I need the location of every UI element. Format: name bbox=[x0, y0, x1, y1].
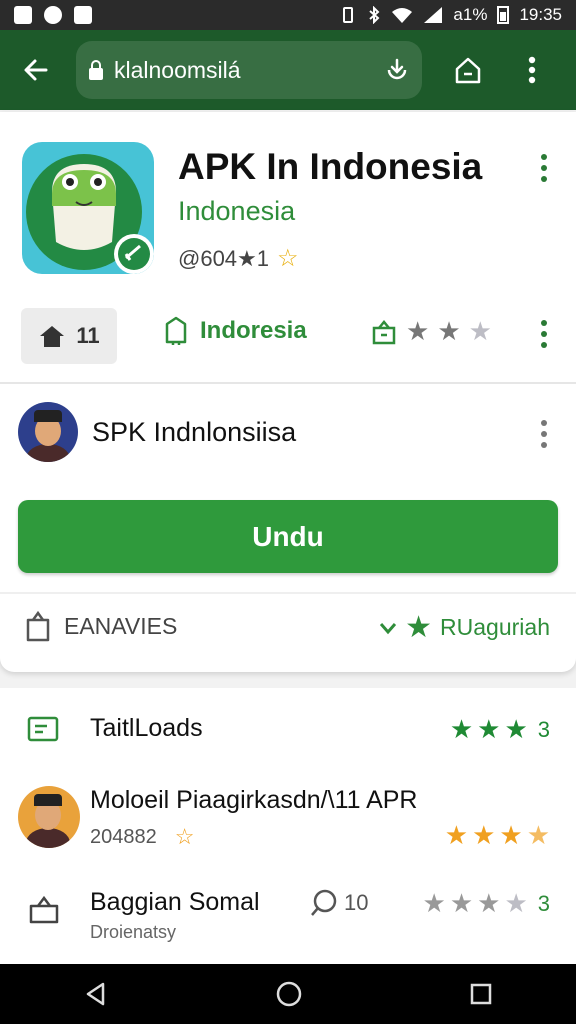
download-button[interactable]: Undu bbox=[18, 500, 558, 573]
list-item[interactable]: Baggian Somal Droienatsy 10 ★ ★ ★ ★ 3 bbox=[0, 884, 576, 964]
nav-back-icon[interactable] bbox=[83, 981, 109, 1007]
star-filled-icon: ★ bbox=[499, 820, 523, 850]
list-avatar bbox=[18, 786, 80, 848]
star-filled-icon: ★ bbox=[406, 316, 430, 346]
app-card: APK In Indonesia Indonesia @604★1 ☆ 11 I… bbox=[0, 112, 576, 672]
battery-percent: a1% bbox=[453, 5, 488, 24]
star-outline-icon: ☆ bbox=[277, 245, 299, 272]
star-filled-icon: ★ bbox=[504, 714, 528, 744]
clock: 19:35 bbox=[519, 5, 562, 24]
list-item-title: Baggian Somal bbox=[90, 888, 260, 916]
star-icon: ★ bbox=[405, 611, 433, 644]
wishlist-action[interactable]: EANAVIES bbox=[24, 610, 177, 642]
vibrate-icon bbox=[343, 7, 354, 23]
divider bbox=[0, 592, 576, 594]
chip-count: 11 bbox=[76, 323, 100, 348]
signal-icon bbox=[424, 7, 443, 23]
address-bar[interactable]: klalnoomsilá bbox=[76, 41, 422, 99]
nav-recents-icon[interactable] bbox=[469, 982, 493, 1006]
chat-notification-icon bbox=[44, 6, 62, 24]
star-empty-icon: ★ bbox=[504, 888, 528, 918]
status-bar: a1% 19:35 bbox=[0, 0, 576, 30]
comments-value: 10 bbox=[344, 890, 369, 915]
app-more-icon[interactable] bbox=[532, 150, 556, 186]
nav-home-icon[interactable] bbox=[275, 980, 303, 1008]
app-category[interactable]: Indonesia bbox=[178, 196, 295, 227]
browser-toolbar: klalnoomsilá bbox=[0, 30, 576, 110]
star-filled-icon: ★ bbox=[422, 888, 446, 918]
star-half-icon: ★ bbox=[526, 820, 550, 850]
list-item-sub: Droienatsy bbox=[90, 922, 177, 942]
lock-icon bbox=[89, 60, 103, 80]
download-icon[interactable] bbox=[384, 57, 410, 83]
bag-icon bbox=[372, 319, 396, 344]
list-item-rating: ★ ★ ★ ★ 3 bbox=[423, 888, 551, 919]
star-filled-icon: ★ bbox=[449, 714, 474, 744]
house-icon bbox=[40, 326, 65, 347]
star-filled-icon: ★ bbox=[449, 888, 474, 918]
rating-count: 3 bbox=[537, 716, 550, 742]
chevron-down-icon bbox=[380, 622, 397, 634]
list-item[interactable]: Moloeil Piaagirkasdn/\11 APR 204882 ☆ ★ … bbox=[0, 780, 576, 870]
info-more-icon[interactable] bbox=[532, 316, 556, 352]
list-item-rating: ★ ★ ★ 3 bbox=[450, 714, 550, 745]
star-filled-icon: ★ bbox=[472, 820, 496, 850]
developer-more-icon[interactable] bbox=[532, 416, 556, 452]
home-icon[interactable] bbox=[446, 48, 490, 92]
list-item-meta: 204882 ☆ bbox=[90, 824, 194, 850]
divider bbox=[0, 382, 576, 384]
star-filled-icon: ★ bbox=[477, 714, 501, 744]
bag-outline-icon bbox=[29, 895, 59, 924]
more-vert-icon[interactable] bbox=[510, 48, 554, 92]
rate-label: RUaguriah bbox=[440, 614, 550, 640]
star-filled-icon: ★ bbox=[437, 316, 461, 346]
rate-action[interactable]: ★ RUaguriah bbox=[379, 610, 550, 645]
app-title: APK In Indonesia bbox=[178, 146, 483, 187]
list-item-sub: 204882 bbox=[90, 825, 157, 848]
region-link[interactable]: Indoresia bbox=[162, 316, 307, 346]
developer-row[interactable]: SPK Indnlonsiisa bbox=[18, 402, 296, 462]
comments-count[interactable]: 10 bbox=[308, 888, 368, 918]
star-empty-icon: ★ bbox=[468, 316, 492, 346]
home-count-chip[interactable]: 11 bbox=[21, 308, 117, 364]
wifi-icon bbox=[392, 8, 413, 23]
rating-count: 3 bbox=[537, 890, 550, 916]
list-item-rating: ★ ★ ★ ★ bbox=[445, 820, 550, 851]
app-list: TaitlLoads ★ ★ ★ 3 Moloeil Piaagirkasdn/… bbox=[0, 688, 576, 964]
bluetooth-icon bbox=[369, 6, 380, 24]
star-outline-icon: ☆ bbox=[174, 824, 195, 849]
notification-icon bbox=[14, 6, 32, 24]
rating-stars[interactable]: ★ ★ ★ bbox=[370, 316, 492, 347]
list-item[interactable]: TaitlLoads ★ ★ ★ 3 bbox=[0, 688, 576, 768]
app-info-row: 11 Indoresia ★ ★ ★ bbox=[0, 308, 576, 364]
image-notification-icon bbox=[74, 6, 92, 24]
region-label: Indoresia bbox=[200, 317, 307, 344]
star-filled-icon: ★ bbox=[477, 888, 501, 918]
developer-name: SPK Indnlonsiisa bbox=[92, 416, 297, 447]
list-item-title: Moloeil Piaagirkasdn/\11 APR bbox=[90, 786, 418, 814]
comment-icon bbox=[311, 889, 337, 916]
developer-avatar bbox=[18, 402, 78, 462]
tag-icon bbox=[165, 316, 187, 345]
list-item-title: TaitlLoads bbox=[90, 714, 203, 742]
wishlist-label: EANAVIES bbox=[64, 612, 178, 639]
app-icon[interactable] bbox=[22, 142, 154, 274]
back-arrow-icon[interactable] bbox=[14, 48, 58, 92]
star-filled-icon: ★ bbox=[444, 820, 469, 850]
document-icon bbox=[27, 716, 59, 742]
url-text: klalnoomsilá bbox=[114, 56, 241, 83]
system-nav-bar bbox=[0, 964, 576, 1024]
app-meta-text: @604★1 bbox=[178, 245, 269, 271]
app-meta: @604★1 ☆ bbox=[178, 244, 299, 273]
bag-outline-icon bbox=[26, 610, 50, 642]
actions-row: EANAVIES ★ RUaguriah bbox=[0, 610, 576, 650]
battery-icon bbox=[497, 6, 510, 24]
